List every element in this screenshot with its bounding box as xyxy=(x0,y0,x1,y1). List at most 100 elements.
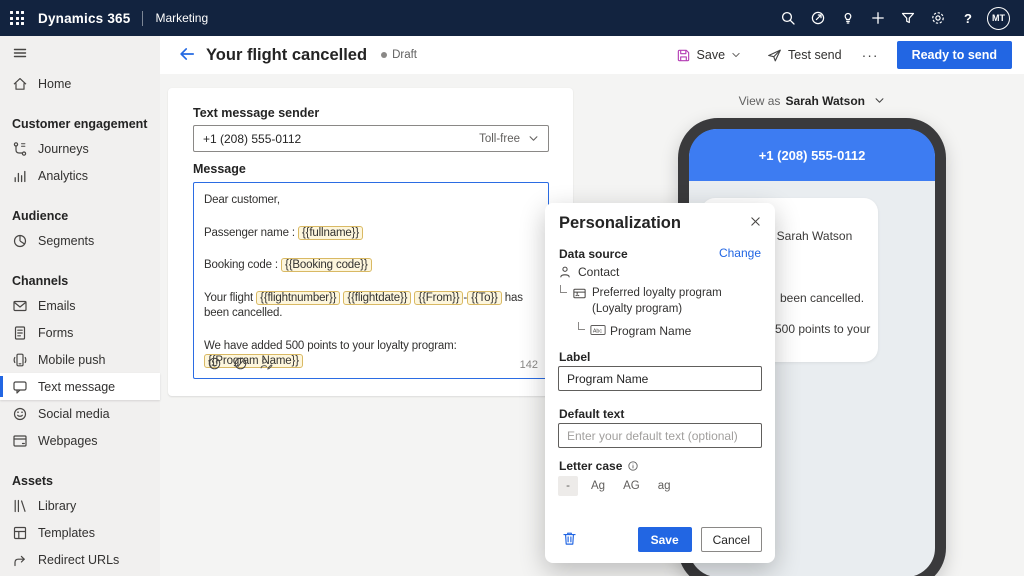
ready-to-send-button[interactable]: Ready to send xyxy=(897,41,1012,69)
letter-case-option-0[interactable]: - xyxy=(558,476,578,496)
app-root: Dynamics 365 Marketing ?MT HomeCustomer … xyxy=(0,0,1024,576)
bubble-text-fragment: been cancelled. xyxy=(780,291,864,305)
sidebar-item-redirect-urls[interactable]: Redirect URLs xyxy=(0,546,160,573)
textmsg-icon xyxy=(12,379,28,395)
sidebar-item-webpages[interactable]: Webpages xyxy=(0,427,160,454)
topbar-divider xyxy=(142,11,143,26)
status-dot-icon xyxy=(381,52,387,58)
area-title[interactable]: Marketing xyxy=(155,11,208,25)
sidebar-collapse-button[interactable] xyxy=(0,36,160,70)
test-send-button[interactable]: Test send xyxy=(767,48,842,63)
sidebar-nav: HomeCustomer engagementJourneysAnalytics… xyxy=(0,70,160,573)
social-icon xyxy=(12,406,28,422)
personalization-dialog: Personalization Data source Change Conta… xyxy=(545,203,775,563)
topbar-actions: ?MT xyxy=(773,0,1024,36)
chevron-down-icon xyxy=(731,50,741,60)
tree-field[interactable]: Program Name xyxy=(610,324,691,338)
sidebar-item-segments[interactable]: Segments xyxy=(0,227,160,254)
dialog-save-button[interactable]: Save xyxy=(638,527,692,552)
sender-value: +1 (208) 555-0112 xyxy=(203,132,301,146)
sender-label: Text message sender xyxy=(193,106,319,120)
sidebar-item-text-message[interactable]: Text message xyxy=(0,373,160,400)
personalization-token[interactable]: {{To}} xyxy=(467,291,502,305)
back-button[interactable] xyxy=(176,44,198,66)
help-button[interactable]: ? xyxy=(953,0,983,36)
letter-case-option-3[interactable]: ag xyxy=(653,476,676,496)
change-link[interactable]: Change xyxy=(719,246,761,260)
lightbulb-icon xyxy=(840,10,856,26)
view-as-dropdown[interactable]: View asSarah Watson xyxy=(678,94,946,108)
sender-type: Toll-free xyxy=(479,133,539,145)
sidebar-item-journeys[interactable]: Journeys xyxy=(0,135,160,162)
home-icon xyxy=(12,76,28,92)
letter-case-options: -Ag AG ag xyxy=(558,476,684,496)
sidebar-item-mobile-push[interactable]: Mobile push xyxy=(0,346,160,373)
message-toolbar: 142 xyxy=(204,356,538,373)
status-badge: Draft xyxy=(381,49,417,61)
add-button[interactable] xyxy=(863,0,893,36)
letter-case-option-2[interactable]: AG xyxy=(618,476,645,496)
page-title: Your flight cancelled xyxy=(206,46,367,65)
character-count: 142 xyxy=(520,359,538,371)
view-as-value: Sarah Watson xyxy=(785,94,865,108)
compass-button[interactable] xyxy=(803,0,833,36)
tree-root-contact[interactable]: Contact xyxy=(558,265,619,279)
label-input[interactable] xyxy=(558,366,762,391)
more-commands-button[interactable]: ··· xyxy=(862,47,879,63)
message-line: Your flight {{flightnumber}} {{flightdat… xyxy=(204,291,538,322)
filter-button[interactable] xyxy=(893,0,923,36)
sidebar-item-forms[interactable]: Forms xyxy=(0,319,160,346)
app-launcher-button[interactable] xyxy=(0,0,34,36)
sender-select[interactable]: +1 (208) 555-0112 Toll-free xyxy=(193,125,549,152)
sidebar-item-social-media[interactable]: Social media xyxy=(0,400,160,427)
emoji-button[interactable] xyxy=(204,356,224,373)
person-icon xyxy=(558,265,572,279)
phone-header: +1 (208) 555-0112 xyxy=(689,129,935,181)
hamburger-icon xyxy=(12,45,28,61)
letter-case-option-1[interactable]: Ag xyxy=(586,476,610,496)
personalization-token[interactable]: {{flightdate}} xyxy=(343,291,411,305)
command-bar: Your flight cancelled Draft Save Test se… xyxy=(160,36,1024,74)
dialog-cancel-button[interactable]: Cancel xyxy=(701,527,762,552)
personalization-token[interactable]: {{flightnumber}} xyxy=(256,291,340,305)
close-icon xyxy=(749,215,762,228)
message-editor[interactable]: Dear customer,Passenger name : {{fullnam… xyxy=(193,182,549,379)
prohibited-button[interactable] xyxy=(230,356,250,373)
personalization-token[interactable]: {{From}} xyxy=(414,291,463,305)
sidebar-item-library[interactable]: Library xyxy=(0,492,160,519)
settings-button[interactable] xyxy=(923,0,953,36)
sidebar-item-templates[interactable]: Templates xyxy=(0,519,160,546)
command-bar-actions: Save Test send ··· Ready to send xyxy=(656,41,1024,69)
sidebar-item-emails[interactable]: Emails xyxy=(0,292,160,319)
dialog-footer: Save Cancel xyxy=(559,527,762,552)
chevron-down-icon xyxy=(528,133,539,144)
search-button[interactable] xyxy=(773,0,803,36)
sidebar-section-heading: Assets xyxy=(0,470,160,492)
tree-relationship[interactable]: Preferred loyalty program (Loyalty progr… xyxy=(592,286,762,317)
segments-icon xyxy=(12,233,28,249)
chevron-down-icon xyxy=(874,95,885,106)
bubble-text-fragment: 500 points to your xyxy=(775,322,870,336)
save-button[interactable]: Save xyxy=(676,48,748,63)
default-text-input[interactable] xyxy=(558,423,762,448)
avatar[interactable]: MT xyxy=(987,7,1010,30)
sidebar-item-analytics[interactable]: Analytics xyxy=(0,162,160,189)
delete-button[interactable] xyxy=(559,530,579,550)
emails-icon xyxy=(12,298,28,314)
sidebar: HomeCustomer engagementJourneysAnalytics… xyxy=(0,36,160,576)
message-text: Dear customer,Passenger name : {{fullnam… xyxy=(194,183,548,370)
personalize-button[interactable] xyxy=(256,356,276,373)
templates-icon xyxy=(12,525,28,541)
personalization-token[interactable]: {{Booking code}} xyxy=(281,258,372,272)
lightbulb-button[interactable] xyxy=(833,0,863,36)
add-icon xyxy=(870,10,886,26)
svg-text:Abc: Abc xyxy=(593,328,603,334)
letter-case-label: Letter case xyxy=(559,459,639,473)
tree-connector-icon xyxy=(578,322,585,330)
journeys-icon xyxy=(12,141,28,157)
sidebar-item-home[interactable]: Home xyxy=(0,70,160,97)
prohibited-icon xyxy=(233,356,248,371)
personalization-token[interactable]: {{fullname}} xyxy=(298,226,363,240)
sms-editor-card: Text message sender +1 (208) 555-0112 To… xyxy=(168,88,573,396)
close-button[interactable] xyxy=(743,211,767,235)
